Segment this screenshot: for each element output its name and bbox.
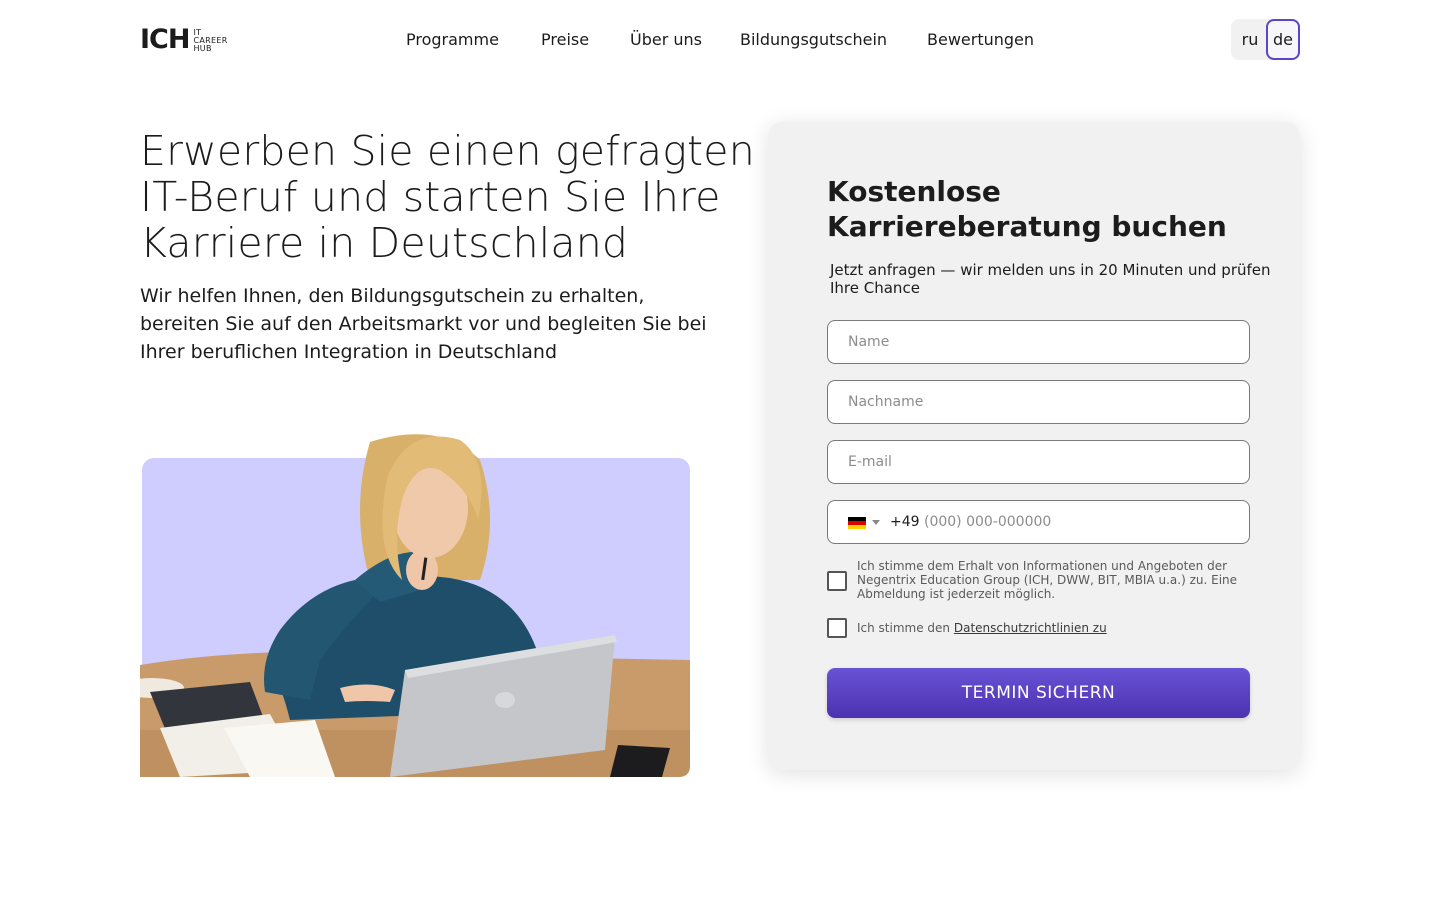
nav-bildungsgutschein[interactable]: Bildungsgutschein — [740, 29, 887, 51]
main-nav: Programme Preise Über uns Bildungsgutsch… — [0, 29, 1440, 51]
site-header: ICH IT CAREER HUB Programme Preise Über … — [0, 0, 1440, 80]
hero-image — [140, 430, 690, 778]
submit-appointment-button[interactable]: TERMIN SICHERN — [827, 668, 1250, 718]
nav-programme[interactable]: Programme — [406, 29, 499, 51]
privacy-consent-checkbox[interactable] — [827, 618, 847, 638]
name-input[interactable] — [827, 320, 1250, 364]
privacy-consent-label: Ich stimme den Datenschutzrichtlinien zu — [857, 621, 1107, 635]
form-title: Kostenlose Karriereberatung buchen — [827, 175, 1227, 243]
germany-flag-icon[interactable] — [848, 517, 866, 529]
marketing-consent-label: Ich stimme dem Erhalt von Informationen … — [857, 559, 1238, 601]
lastname-input[interactable] — [827, 380, 1250, 424]
nav-ueber-uns[interactable]: Über uns — [630, 29, 702, 51]
privacy-consent-prefix: Ich stimme den — [857, 621, 954, 635]
hero-subtitle: Wir helfen Ihnen, den Bildungsgutschein … — [140, 285, 707, 363]
nav-bewertungen[interactable]: Bewertungen — [927, 29, 1034, 51]
consultation-form-card: Kostenlose Karriereberatung buchen Jetzt… — [768, 122, 1300, 770]
hero-title: Erwerben Sie einen gefragten IT-Beruf un… — [140, 127, 755, 267]
woman-with-laptop-illustration — [140, 434, 690, 777]
form-subtitle: Jetzt anfragen — wir melden uns in 20 Mi… — [830, 261, 1271, 297]
language-de-button[interactable]: de — [1266, 19, 1300, 60]
phone-country-code: +49 — [890, 514, 920, 530]
phone-input[interactable] — [924, 509, 1234, 535]
nav-preise[interactable]: Preise — [541, 29, 589, 51]
privacy-policy-link[interactable]: Datenschutzrichtlinien zu — [954, 621, 1107, 635]
language-ru-button[interactable]: ru — [1233, 19, 1267, 60]
country-dropdown-caret-icon[interactable] — [872, 520, 880, 525]
phone-field: +49 — [827, 500, 1250, 544]
email-input[interactable] — [827, 440, 1250, 484]
marketing-consent-checkbox[interactable] — [827, 571, 847, 591]
language-switcher: ru de — [1231, 19, 1300, 60]
